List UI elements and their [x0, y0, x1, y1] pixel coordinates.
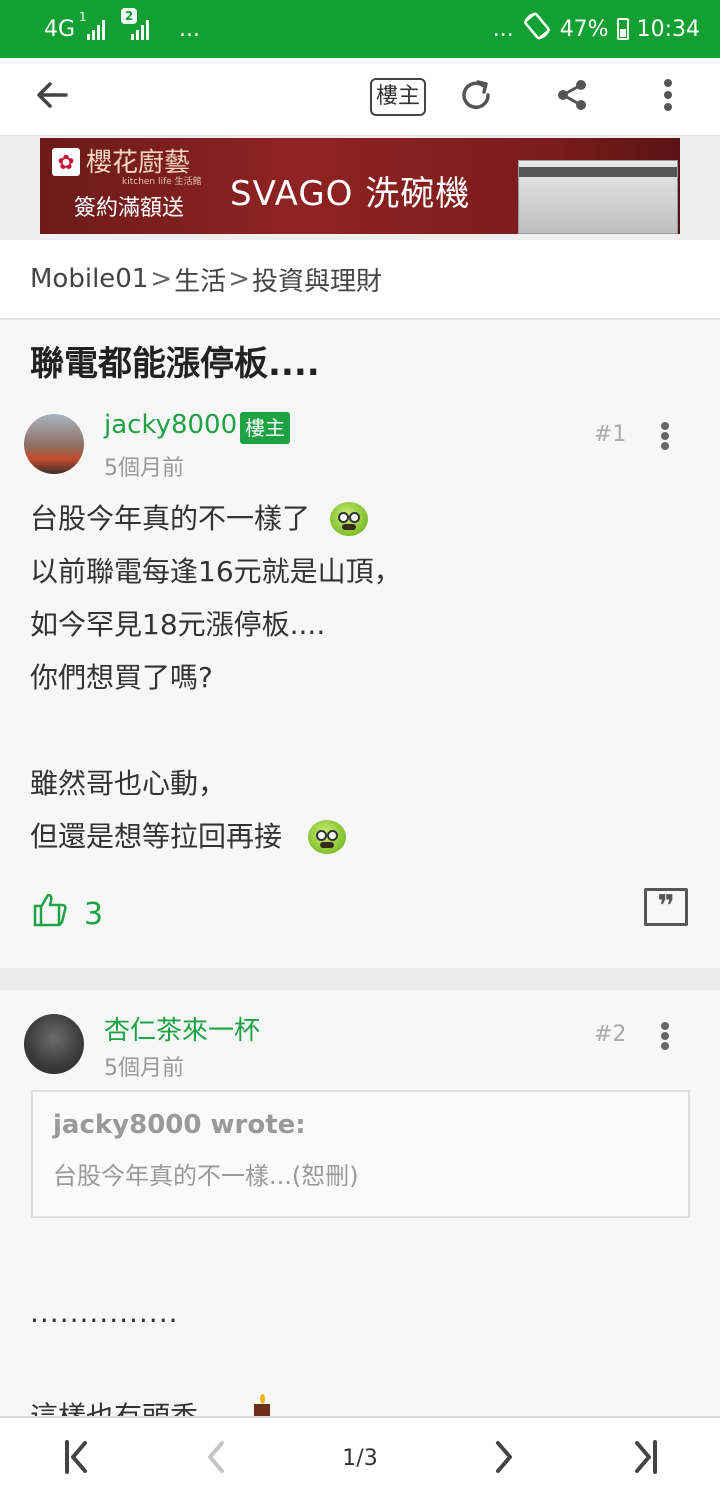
ad-promo: 簽約滿額送	[74, 196, 185, 221]
more-button[interactable]	[640, 58, 696, 136]
share-icon	[554, 77, 590, 117]
post-floor: #2	[594, 1022, 627, 1047]
avatar[interactable]	[24, 1014, 84, 1074]
like-button[interactable]: 3	[32, 892, 103, 936]
sakura-logo-icon: ✿	[52, 148, 80, 176]
ad-area: ✿ 櫻花廚藝 kitchen life 生活館 簽約滿額送 SVAGO 洗碗機	[0, 136, 720, 240]
top-toolbar: 樓主	[0, 58, 720, 136]
op-only-button[interactable]: 樓主	[364, 58, 432, 136]
next-page-button[interactable]	[474, 1418, 534, 1497]
breadcrumb-separator: >	[228, 264, 250, 294]
network-type: 4G	[44, 16, 76, 42]
chevron-left-icon	[204, 1439, 228, 1479]
post-line: 以前聯電每逢16元就是山頂，	[30, 555, 402, 588]
post-line: 你們想買了嗎?	[30, 661, 213, 694]
dishwasher-image	[518, 160, 678, 234]
prev-page-button[interactable]	[186, 1418, 246, 1497]
more-vertical-icon	[662, 77, 674, 117]
post-time: 5個月前	[104, 1056, 184, 1081]
post-time: 5個月前	[104, 456, 184, 481]
shaking-monster-emoji-icon	[330, 501, 369, 536]
post-line: 但還是想等拉回再接	[30, 810, 402, 863]
clock: 10:34	[636, 16, 700, 42]
quote-icon: ❞	[657, 889, 675, 924]
post-line-partial: 這樣也有頭香	[30, 1390, 198, 1416]
first-page-button[interactable]	[46, 1418, 106, 1497]
share-button[interactable]	[542, 58, 602, 136]
rotate-icon	[522, 11, 552, 47]
post-more-vertical-icon[interactable]	[653, 416, 677, 456]
status-overflow-left: ...	[179, 16, 201, 42]
last-page-button[interactable]	[616, 1418, 676, 1497]
breadcrumb: Mobile01 > 生活 > 投資與理財	[0, 240, 720, 320]
post-line-blank	[30, 704, 402, 757]
breadcrumb-item-life[interactable]: 生活	[174, 261, 226, 298]
post-more-vertical-icon[interactable]	[653, 1016, 677, 1056]
last-page-icon	[631, 1439, 661, 1479]
quoted-post[interactable]: jacky8000 wrote: 台股今年真的不一樣...(恕刪)	[31, 1090, 690, 1218]
refresh-icon	[456, 75, 496, 119]
monster-emoji-icon	[308, 819, 347, 854]
refresh-button[interactable]	[446, 58, 506, 136]
quote-reply-button[interactable]: ❞	[644, 888, 688, 926]
ad-banner[interactable]: ✿ 櫻花廚藝 kitchen life 生活館 簽約滿額送 SVAGO 洗碗機	[40, 138, 680, 234]
battery-icon	[616, 18, 629, 40]
back-button[interactable]	[22, 58, 82, 136]
post-username[interactable]: jacky8000	[104, 410, 237, 440]
breadcrumb-separator: >	[150, 264, 173, 294]
post-line: 台股今年真的不一樣了	[30, 492, 402, 545]
status-bar: 4G 1 2 ... ... 47% 10:34	[0, 0, 720, 58]
op-badge: 樓主	[240, 412, 290, 444]
op-only-label: 樓主	[369, 78, 426, 116]
post-username[interactable]: 杏仁茶來一杯	[104, 1010, 260, 1047]
post-floor: #1	[594, 422, 627, 447]
arrow-left-icon	[34, 77, 70, 117]
ad-brand-sub: kitchen life 生活館	[122, 177, 202, 187]
quote-text: 台股今年真的不一樣...(恕刪)	[53, 1162, 359, 1190]
battery-percent: 47%	[559, 16, 609, 42]
first-page-icon	[61, 1439, 91, 1479]
thumbs-up-icon	[32, 892, 70, 936]
post-line: 如今罕見18元漲停板....	[30, 608, 326, 641]
quote-author: jacky8000 wrote:	[53, 1110, 306, 1140]
breadcrumb-item-mobile01[interactable]: Mobile01	[30, 264, 148, 294]
avatar[interactable]	[24, 414, 84, 474]
post-line: ...............	[30, 1296, 179, 1329]
ad-product: SVAGO 洗碗機	[230, 174, 471, 214]
candle-emoji-icon	[252, 1394, 272, 1416]
signal-sim2-icon: 2	[121, 8, 150, 40]
page-indicator[interactable]: 1/3	[330, 1418, 390, 1497]
signal-sim1-icon: 1	[79, 10, 106, 40]
post-divider	[0, 968, 720, 990]
breadcrumb-item-investment[interactable]: 投資與理財	[252, 261, 382, 298]
status-overflow-right: ...	[492, 16, 514, 42]
chevron-right-icon	[492, 1439, 516, 1479]
pagination-bar: 1/3	[0, 1416, 720, 1497]
thread-title: 聯電都能漲停板....	[30, 344, 320, 384]
like-count: 3	[84, 896, 104, 932]
post-body: 台股今年真的不一樣了 以前聯電每逢16元就是山頂， 如今罕見18元漲停板....…	[30, 492, 402, 863]
post-line: 雖然哥也心動，	[30, 767, 227, 800]
